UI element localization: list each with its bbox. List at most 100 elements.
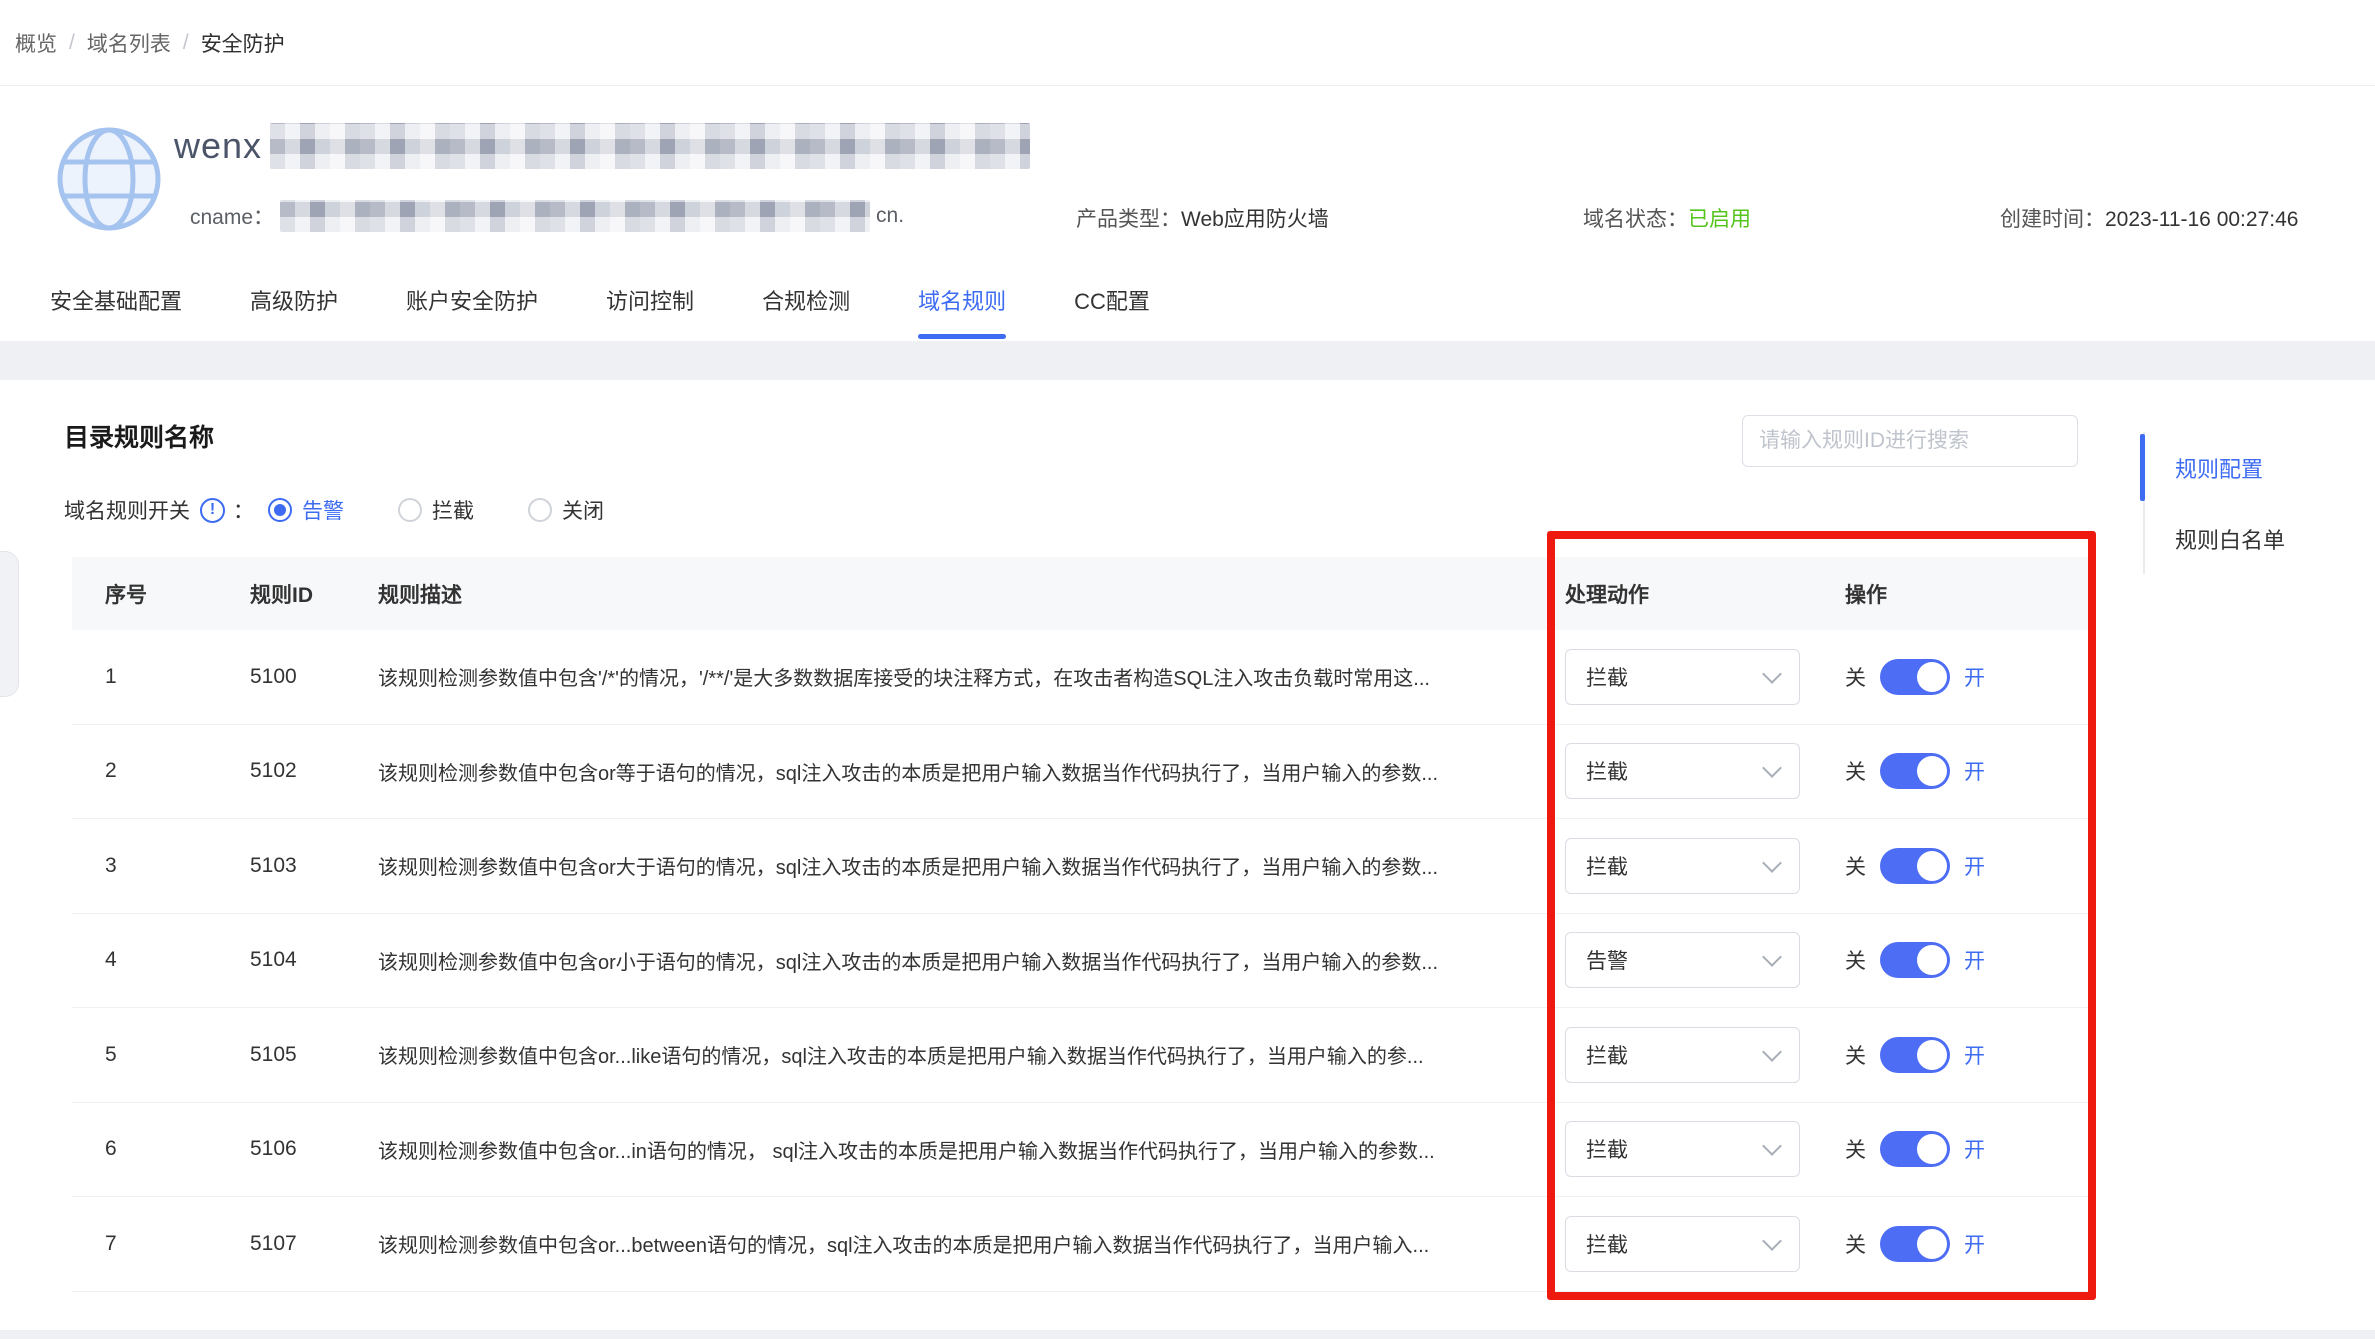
action-select[interactable]: 拦截 <box>1565 743 1800 799</box>
rule-switch-options: 告警 拦截 关闭 <box>268 495 658 525</box>
cell-rule-id: 5103 <box>250 854 378 878</box>
toggle-on-label: 开 <box>1964 1040 1985 1070</box>
cell-index: 2 <box>72 759 250 783</box>
rules-table: 序号 规则ID 规则描述 处理动作 操作 1 5100 该规则检测参数值中包含'… <box>72 557 2095 1292</box>
rule-switch-label: 域名规则开关 <box>64 495 190 525</box>
radio-block[interactable]: 拦截 <box>398 495 474 525</box>
toggle-off-label: 关 <box>1845 756 1866 786</box>
cell-action: 拦截 <box>1565 1121 1845 1177</box>
radio-alert[interactable]: 告警 <box>268 495 344 525</box>
domain-name-prefix: wenx <box>174 125 262 167</box>
cname-suffix: cn. <box>876 204 904 228</box>
breadcrumb-separator: / <box>183 31 189 55</box>
table-header: 序号 规则ID 规则描述 处理动作 操作 <box>72 557 2095 630</box>
cell-index: 4 <box>72 948 250 972</box>
drawer-handle[interactable] <box>0 551 19 697</box>
action-select[interactable]: 拦截 <box>1565 1121 1800 1177</box>
rule-toggle[interactable] <box>1880 659 1950 695</box>
col-description: 规则描述 <box>378 579 1565 609</box>
table-row: 6 5106 该规则检测参数值中包含or...in语句的情况， sql注入攻击的… <box>72 1103 2095 1198</box>
rule-toggle[interactable] <box>1880 942 1950 978</box>
col-action: 处理动作 <box>1565 579 1845 609</box>
rule-toggle[interactable] <box>1880 753 1950 789</box>
rule-toggle[interactable] <box>1880 1037 1950 1073</box>
cell-rule-id: 5104 <box>250 948 378 972</box>
cell-action: 拦截 <box>1565 1216 1845 1272</box>
toggle-on-label: 开 <box>1964 1134 1985 1164</box>
colon: ： <box>233 495 254 525</box>
rule-toggle[interactable] <box>1880 848 1950 884</box>
radio-off[interactable]: 关闭 <box>528 495 604 525</box>
radio-circle <box>398 498 422 522</box>
chevron-down-icon <box>1762 1136 1782 1156</box>
chevron-down-icon <box>1762 1042 1782 1062</box>
tab-bar: 安全基础配置 高级防护 账户安全防护 访问控制 合规检测 域名规则 CC配置 <box>50 270 1150 341</box>
domain-status: 域名状态：已启用 <box>1583 203 1751 233</box>
table-body: 1 5100 该规则检测参数值中包含'/*'的情况，'/**/'是大多数数据库接… <box>72 630 2095 1292</box>
globe-icon <box>56 126 162 232</box>
cell-description: 该规则检测参数值中包含or等于语句的情况，sql注入攻击的本质是把用户输入数据当… <box>378 757 1565 786</box>
table-row: 3 5103 该规则检测参数值中包含or大于语句的情况，sql注入攻击的本质是把… <box>72 819 2095 914</box>
tab-security-base-config[interactable]: 安全基础配置 <box>50 270 182 341</box>
cell-operation: 关 开 <box>1845 848 2095 884</box>
product-type: 产品类型：Web应用防火墙 <box>1076 203 1329 233</box>
radio-circle <box>268 498 292 522</box>
cell-operation: 关 开 <box>1845 1037 2095 1073</box>
cname-label: cname： <box>190 201 274 231</box>
breadcrumb-item-security: 安全防护 <box>201 28 285 58</box>
cell-index: 3 <box>72 854 250 878</box>
cell-description: 该规则检测参数值中包含or...in语句的情况， sql注入攻击的本质是把用户输… <box>378 1135 1565 1164</box>
tab-domain-rules[interactable]: 域名规则 <box>918 270 1006 341</box>
cell-index: 1 <box>72 665 250 689</box>
cell-description: 该规则检测参数值中包含or大于语句的情况，sql注入攻击的本质是把用户输入数据当… <box>378 851 1565 880</box>
cell-rule-id: 5107 <box>250 1232 378 1256</box>
action-select[interactable]: 拦截 <box>1565 649 1800 705</box>
action-select[interactable]: 拦截 <box>1565 1216 1800 1272</box>
cell-description: 该规则检测参数值中包含or小于语句的情况，sql注入攻击的本质是把用户输入数据当… <box>378 946 1565 975</box>
table-row: 7 5107 该规则检测参数值中包含or...between语句的情况，sql注… <box>72 1197 2095 1292</box>
side-menu-rule-config[interactable]: 规则配置 <box>2145 432 2375 503</box>
side-menu-rule-whitelist[interactable]: 规则白名单 <box>2145 503 2375 574</box>
tab-cc-config[interactable]: CC配置 <box>1074 270 1150 341</box>
rules-panel: 目录规则名称 规则配置 规则白名单 域名规则开关 ! ： 告警 拦截 <box>0 380 2375 1330</box>
breadcrumb: 概览 / 域名列表 / 安全防护 <box>0 0 2375 86</box>
toggle-off-label: 关 <box>1845 945 1866 975</box>
breadcrumb-item-domain-list[interactable]: 域名列表 <box>87 28 171 58</box>
col-index: 序号 <box>72 579 250 609</box>
tab-compliance-check[interactable]: 合规检测 <box>762 270 850 341</box>
breadcrumb-separator: / <box>69 31 75 55</box>
toggle-on-label: 开 <box>1964 662 1985 692</box>
masked-cname-value <box>280 200 870 232</box>
status-badge: 已启用 <box>1688 208 1751 231</box>
cell-operation: 关 开 <box>1845 1226 2095 1262</box>
side-menu: 规则配置 规则白名单 <box>2143 432 2375 574</box>
toggle-on-label: 开 <box>1964 1229 1985 1259</box>
tab-advanced-protection[interactable]: 高级防护 <box>250 270 338 341</box>
toggle-off-label: 关 <box>1845 1229 1866 1259</box>
cell-description: 该规则检测参数值中包含or...like语句的情况，sql注入攻击的本质是把用户… <box>378 1040 1565 1069</box>
cell-action: 拦截 <box>1565 743 1845 799</box>
action-select[interactable]: 拦截 <box>1565 838 1800 894</box>
tab-access-control[interactable]: 访问控制 <box>606 270 694 341</box>
action-select[interactable]: 告警 <box>1565 932 1800 988</box>
rule-toggle[interactable] <box>1880 1226 1950 1262</box>
cell-index: 5 <box>72 1043 250 1067</box>
col-operation: 操作 <box>1845 579 2095 609</box>
rule-toggle[interactable] <box>1880 1131 1950 1167</box>
chevron-down-icon <box>1762 664 1782 684</box>
breadcrumb-item-overview[interactable]: 概览 <box>15 28 57 58</box>
cell-operation: 关 开 <box>1845 1131 2095 1167</box>
chevron-down-icon <box>1762 947 1782 967</box>
action-select[interactable]: 拦截 <box>1565 1027 1800 1083</box>
rule-id-search <box>1742 415 2078 467</box>
tab-account-security[interactable]: 账户安全防护 <box>406 270 538 341</box>
search-input[interactable] <box>1743 416 2077 466</box>
cell-rule-id: 5105 <box>250 1043 378 1067</box>
chevron-down-icon <box>1762 1231 1782 1251</box>
cell-description: 该规则检测参数值中包含or...between语句的情况，sql注入攻击的本质是… <box>378 1229 1565 1258</box>
col-rule-id: 规则ID <box>250 579 378 609</box>
cell-action: 拦截 <box>1565 1027 1845 1083</box>
cell-description: 该规则检测参数值中包含'/*'的情况，'/**/'是大多数数据库接受的块注释方式… <box>378 662 1565 691</box>
cell-operation: 关 开 <box>1845 942 2095 978</box>
info-icon[interactable]: ! <box>200 498 225 523</box>
